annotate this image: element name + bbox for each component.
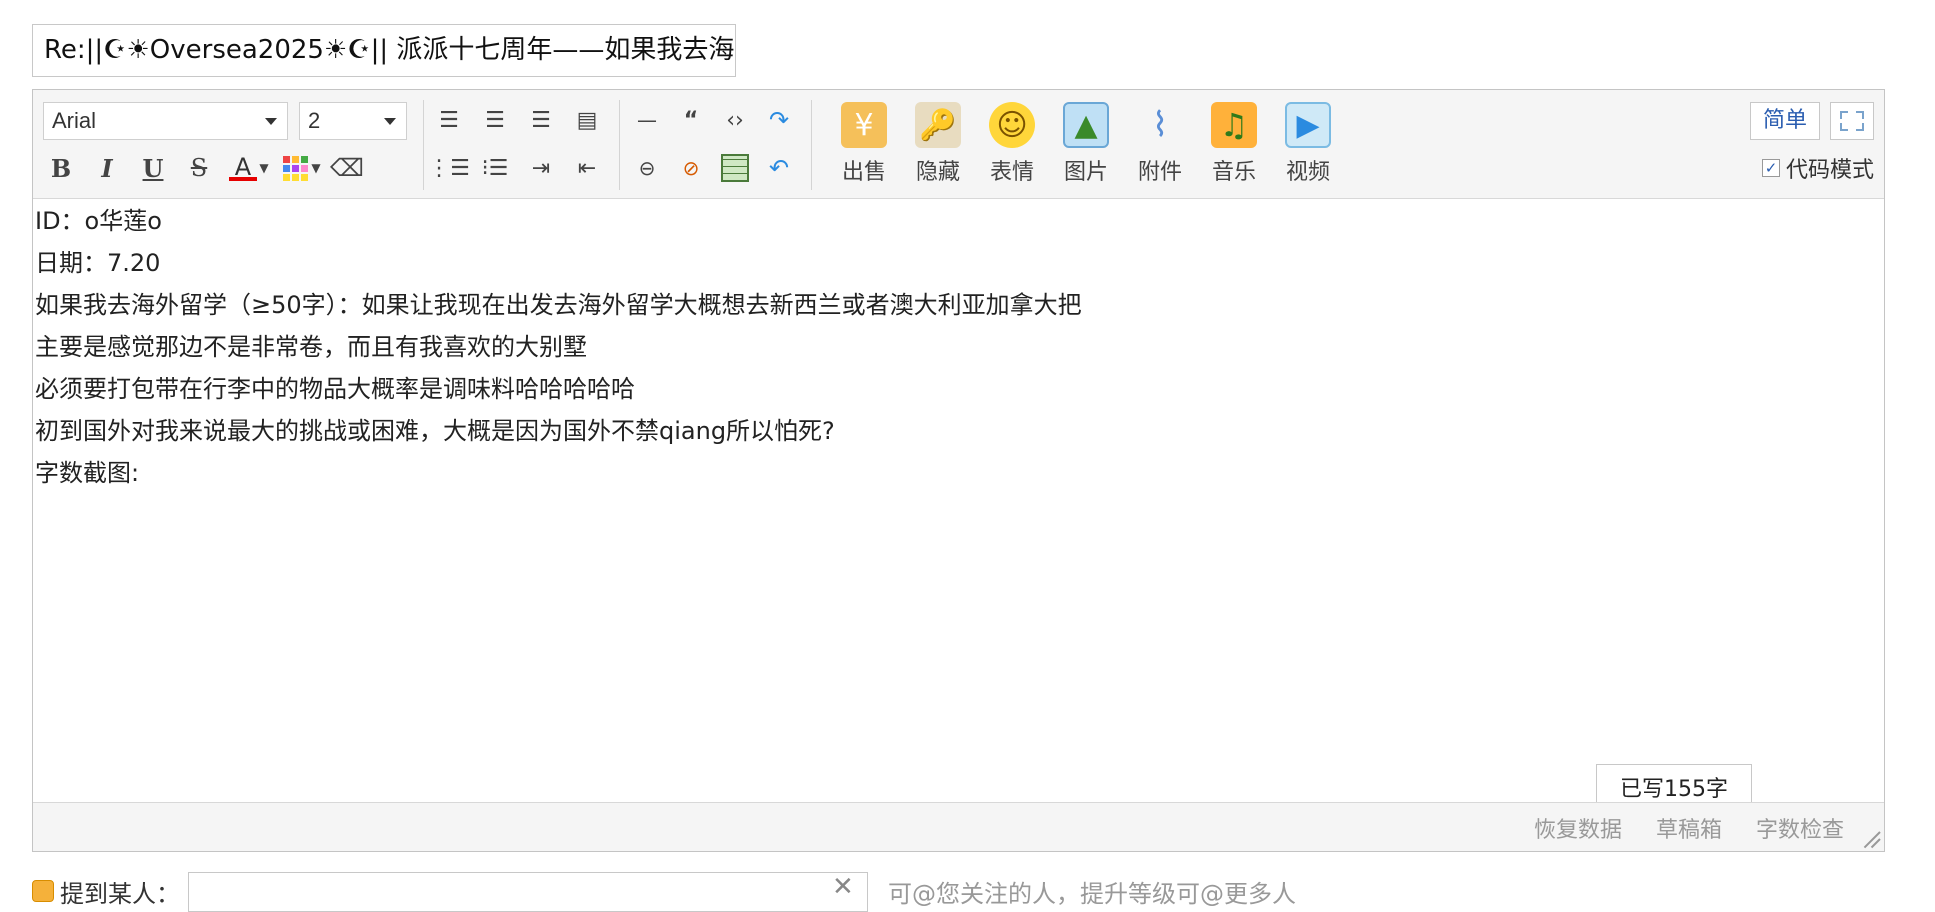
mention-label: 提到某人： [60, 880, 180, 908]
image-label: 图片 [1063, 160, 1108, 185]
ordered-list-icon[interactable]: ⋮☰ [428, 150, 470, 186]
eraser-icon[interactable]: ⌫ [329, 150, 365, 186]
image-button[interactable]: ▲ 图片 [1055, 102, 1117, 194]
link-icon[interactable]: ⊖ [629, 150, 665, 186]
music-label: 音乐 [1211, 160, 1256, 185]
bold-icon[interactable]: B [43, 150, 79, 186]
align-left-icon[interactable]: ☰ [431, 102, 467, 138]
outdent-icon[interactable]: ⇤ [569, 150, 605, 186]
drafts-link[interactable]: 草稿箱 [1656, 812, 1722, 844]
rich-text-editor: Arial 2 B I U S A ▼ ▼ ⌫ ☰ ☰ ☰ ▤ ⋮☰ ⁝☰ ⇥ … [32, 89, 1885, 852]
font-family-value: Arial [52, 108, 97, 133]
chevron-down-icon [265, 118, 277, 125]
content-line: 日期：7.20 [35, 249, 161, 277]
horizontal-line-icon[interactable]: — [629, 102, 665, 138]
image-icon: ▲ [1063, 102, 1109, 148]
mention-hint: 可@您关注的人，提升等级可@更多人 [888, 880, 1296, 908]
mention-icon [32, 880, 54, 902]
sell-label: 出售 [841, 160, 886, 185]
toolbar-divider [811, 100, 812, 190]
hide-icon: 🔑 [915, 102, 961, 148]
fullscreen-icon[interactable] [1830, 102, 1874, 140]
code-mode-label: 代码模式 [1785, 158, 1874, 183]
resize-handle-icon[interactable] [1860, 827, 1881, 849]
unordered-list-icon[interactable]: ⁝☰ [477, 150, 513, 186]
content-line: ID：o华莲o [35, 207, 162, 235]
music-button[interactable]: ♫ 音乐 [1203, 102, 1265, 194]
table-icon[interactable] [717, 150, 753, 186]
underline-icon[interactable]: U [135, 150, 171, 186]
chevron-down-icon [384, 118, 396, 125]
checkbox-checked-icon[interactable]: ✓ [1761, 159, 1780, 177]
sell-icon: ¥ [841, 102, 887, 148]
unlink-icon[interactable]: ⊘ [673, 150, 709, 186]
italic-icon[interactable]: I [89, 150, 125, 186]
video-icon: ▶ [1285, 102, 1331, 148]
emoji-button[interactable]: ☺ 表情 [981, 102, 1043, 194]
music-icon: ♫ [1211, 102, 1257, 148]
restore-data-link[interactable]: 恢复数据 [1534, 812, 1622, 844]
video-label: 视频 [1285, 160, 1330, 185]
code-icon[interactable]: ‹› [717, 102, 753, 138]
strikethrough-icon[interactable]: S [181, 150, 217, 186]
emoji-icon: ☺ [989, 102, 1035, 148]
clear-icon[interactable]: ✕ [832, 872, 854, 902]
font-color-dropdown-icon[interactable]: ▼ [255, 150, 273, 186]
indent-icon[interactable]: ⇥ [523, 150, 559, 186]
align-center-icon[interactable]: ☰ [477, 102, 513, 138]
editor-statusbar: 恢复数据 草稿箱 字数检查 [33, 802, 1884, 851]
hide-button[interactable]: 🔑 隐藏 [907, 102, 969, 194]
undo-icon[interactable]: ↶ [761, 150, 797, 186]
quote-icon[interactable]: “ [673, 102, 709, 138]
content-line: 主要是感觉那边不是非常卷，而且有我喜欢的大别墅 [35, 333, 587, 361]
font-size-value: 2 [308, 108, 321, 133]
toolbar-divider [423, 100, 424, 190]
editor-toolbar: Arial 2 B I U S A ▼ ▼ ⌫ ☰ ☰ ☰ ▤ ⋮☰ ⁝☰ ⇥ … [33, 90, 1884, 199]
toolbar-divider [619, 100, 620, 190]
mention-input[interactable] [188, 872, 868, 912]
font-family-select[interactable]: Arial [43, 102, 288, 140]
attachment-button[interactable]: ⌇ 附件 [1129, 102, 1191, 194]
word-check-link[interactable]: 字数检查 [1756, 812, 1844, 844]
sell-button[interactable]: ¥ 出售 [833, 102, 895, 194]
mention-row: 提到某人： ✕ 可@您关注的人，提升等级可@更多人 [32, 872, 1432, 912]
float-icon[interactable]: ▤ [569, 102, 605, 138]
hide-label: 隐藏 [915, 160, 960, 185]
editor-body[interactable]: ID：o华莲o 日期：7.20 如果我去海外留学（≥50字）：如果让我现在出发去… [35, 200, 1884, 740]
content-line: 如果我去海外留学（≥50字）：如果让我现在出发去海外留学大概想去新西兰或者澳大利… [35, 291, 1082, 319]
redo-icon[interactable]: ↷ [761, 102, 797, 138]
content-line: 必须要打包带在行李中的物品大概率是调味料哈哈哈哈哈 [35, 375, 635, 403]
code-mode-toggle[interactable]: ✓ 代码模式 [1761, 152, 1874, 184]
simple-mode-button[interactable]: 简单 [1750, 102, 1820, 140]
content-line: 字数截图: [35, 459, 140, 487]
attachment-label: 附件 [1137, 160, 1182, 185]
attachment-icon: ⌇ [1151, 105, 1169, 145]
align-right-icon[interactable]: ☰ [523, 102, 559, 138]
emoji-label: 表情 [989, 160, 1034, 185]
content-line: 初到国外对我来说最大的挑战或困难，大概是因为国外不禁qiang所以怕死? [35, 417, 835, 445]
background-color-dropdown-icon[interactable]: ▼ [307, 150, 325, 186]
font-size-select[interactable]: 2 [299, 102, 407, 140]
video-button[interactable]: ▶ 视频 [1277, 102, 1339, 194]
subject-input[interactable]: Re:||☪☀Oversea2025☀☪|| 派派十七周年——如果我去海外 [32, 24, 736, 77]
